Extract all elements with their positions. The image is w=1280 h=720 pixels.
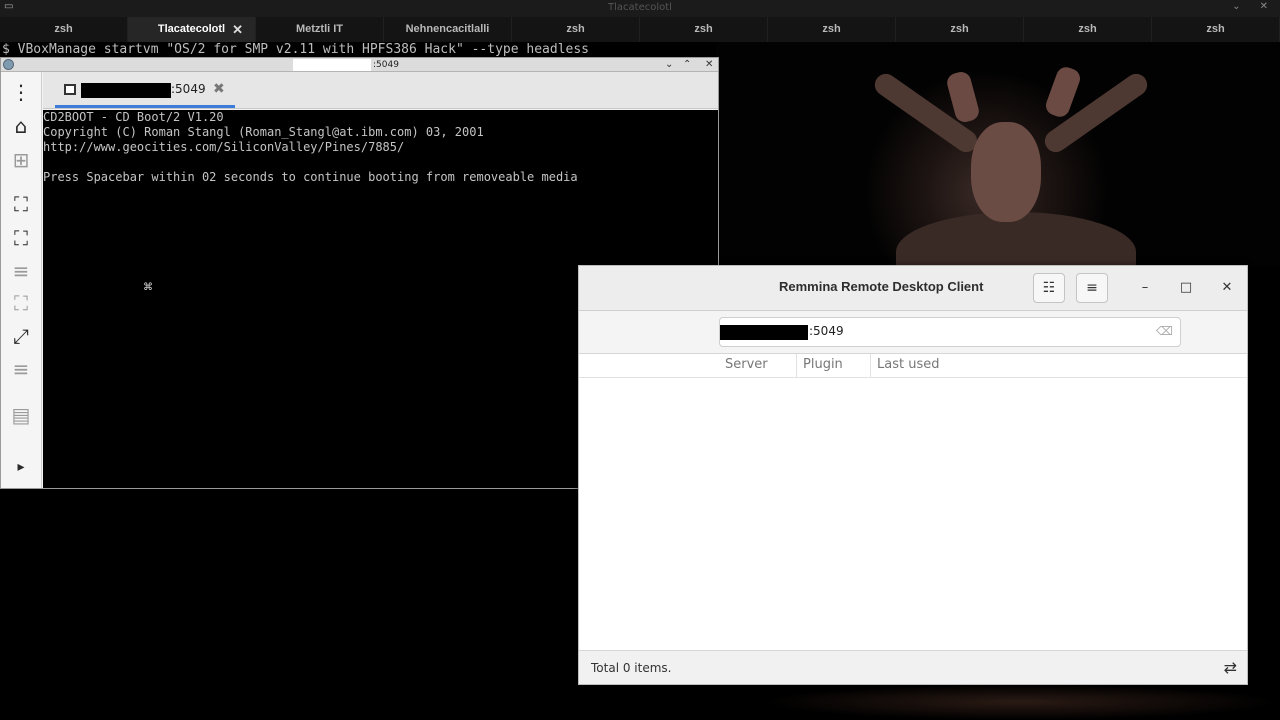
search-input[interactable]: :5049 ⌫ bbox=[719, 317, 1181, 347]
terminal-tab[interactable]: zsh bbox=[0, 17, 128, 42]
terminal-tab-label: Metztli IT bbox=[295, 23, 344, 35]
close-icon[interactable]: ✕ bbox=[232, 17, 243, 42]
monitor-icon bbox=[64, 84, 76, 95]
terminal-tab[interactable]: zsh bbox=[768, 17, 896, 42]
home-icon[interactable]: ⌂ bbox=[9, 114, 33, 138]
expand-icon[interactable]: ▸ bbox=[9, 455, 33, 479]
boot-text-line: http://www.geocities.com/SiliconValley/P… bbox=[43, 140, 405, 154]
wallpaper-shape bbox=[971, 122, 1041, 222]
column-last-used[interactable]: Last used bbox=[871, 354, 1247, 378]
dynamic-resolution-icon[interactable]: ⤢ bbox=[9, 324, 33, 348]
close-icon[interactable]: ✕ bbox=[705, 58, 713, 72]
terminal-tab-label: zsh bbox=[566, 23, 585, 35]
boot-text-line: Copyright (C) Roman Stangl (Roman_Stangl… bbox=[43, 125, 484, 139]
terminal-title: Tlacatecolotl bbox=[608, 2, 672, 13]
main-headerbar[interactable]: Remmina Remote Desktop Client ☷ ≡ – □ ✕ bbox=[579, 266, 1247, 311]
column-plugin[interactable]: Plugin bbox=[797, 354, 871, 378]
swap-icon[interactable]: ⇄ bbox=[1224, 658, 1237, 677]
boot-text-line: Press Spacebar within 02 seconds to cont… bbox=[43, 170, 578, 184]
connection-toolbar: ⋮ ⌂ ⊞ ⛶ ⛶ ≡ ⛶ ⤢ ≡ ▤ ▸ bbox=[1, 72, 42, 488]
terminal-tab-label: zsh bbox=[1206, 23, 1225, 35]
redacted-host bbox=[81, 83, 171, 98]
terminal-tab[interactable]: zsh bbox=[1152, 17, 1280, 42]
close-icon[interactable]: ✖ bbox=[213, 81, 225, 97]
close-icon[interactable]: ✕ bbox=[1217, 278, 1237, 298]
terminal-tab-label: zsh bbox=[1078, 23, 1097, 35]
redacted-host bbox=[293, 59, 371, 71]
remmina-app-icon bbox=[3, 59, 14, 70]
mouse-cursor-icon: ⌘ bbox=[143, 282, 153, 293]
scale-icon[interactable]: ⛶ bbox=[9, 291, 33, 315]
fullscreen-icon[interactable]: ⛶ bbox=[9, 226, 33, 250]
minimize-icon[interactable]: – bbox=[1135, 278, 1155, 298]
connection-title: :5049 bbox=[373, 60, 399, 70]
more-vertical-icon[interactable]: ⋮ bbox=[9, 80, 33, 104]
terminal-tab[interactable]: Metztli IT bbox=[256, 17, 384, 42]
terminal-tab-active[interactable]: Tlacatecolotl ✕ bbox=[128, 17, 256, 42]
screenshot-icon[interactable]: ▤ bbox=[9, 403, 33, 427]
menu-icon[interactable]: ≡ bbox=[9, 357, 33, 381]
terminal-tab[interactable]: zsh bbox=[1024, 17, 1152, 42]
terminal-command-line: $ VBoxManage startvm "OS/2 for SMP v2.11… bbox=[2, 42, 589, 57]
clear-icon[interactable]: ⌫ bbox=[1156, 324, 1173, 338]
remmina-main-window: Remmina Remote Desktop Client ☷ ≡ – □ ✕ … bbox=[578, 265, 1248, 685]
view-toggle-button[interactable]: ☷ bbox=[1033, 273, 1065, 303]
terminal-tab-label: zsh bbox=[950, 23, 969, 35]
boot-text-line: CD2BOOT - CD Boot/2 V1.20 bbox=[43, 110, 224, 124]
terminal-tab[interactable]: zsh bbox=[896, 17, 1024, 42]
connection-list-header: Server Plugin Last used bbox=[579, 354, 1247, 378]
terminal-tab[interactable]: Nehnencacitlalli bbox=[384, 17, 512, 42]
connection-tabbar: :5049 ✖ bbox=[43, 72, 718, 109]
connection-tab-label: :5049 bbox=[171, 82, 206, 96]
redacted-host bbox=[720, 325, 808, 340]
column-server[interactable]: Server bbox=[719, 354, 797, 378]
hamburger-menu-button[interactable]: ≡ bbox=[1076, 273, 1108, 303]
terminal-window-buttons[interactable]: ⌄ ✕ bbox=[1232, 1, 1276, 12]
terminal-tab-label: Nehnencacitlalli bbox=[405, 23, 490, 35]
main-window-title: Remmina Remote Desktop Client bbox=[779, 279, 984, 294]
maximize-icon[interactable]: □ bbox=[1176, 278, 1196, 298]
menu-icon[interactable]: ≡ bbox=[9, 259, 33, 283]
terminal-tab-label: zsh bbox=[694, 23, 713, 35]
terminal-tab[interactable]: zsh bbox=[640, 17, 768, 42]
terminal-tab[interactable]: zsh bbox=[512, 17, 640, 42]
search-input-value: :5049 bbox=[809, 324, 844, 338]
terminal-tab-label: zsh bbox=[54, 23, 73, 35]
fit-window-icon[interactable]: ⛶ bbox=[9, 192, 33, 216]
chevron-up-icon[interactable]: ⌃ bbox=[683, 58, 691, 72]
terminal-tab-label: Tlacatecolotl bbox=[157, 23, 226, 35]
connection-list[interactable] bbox=[579, 378, 1247, 650]
new-tab-icon[interactable]: ⊞ bbox=[9, 148, 33, 172]
wallpaper-floor bbox=[760, 684, 1280, 720]
main-statusbar: Total 0 items. ⇄ bbox=[579, 650, 1247, 684]
terminal-titlebar: ▭ Tlacatecolotl ⌄ ✕ bbox=[0, 0, 1280, 17]
connection-tab[interactable]: :5049 ✖ bbox=[55, 72, 235, 108]
chevron-down-icon[interactable]: ⌄ bbox=[665, 58, 673, 72]
terminal-tab-label: zsh bbox=[822, 23, 841, 35]
desktop-wallpaper bbox=[716, 42, 1280, 266]
connection-titlebar[interactable]: :5049 ⌄ ⌃ ✕ bbox=[1, 58, 718, 72]
status-total-items: Total 0 items. bbox=[591, 661, 672, 675]
search-bar: :5049 ⌫ bbox=[579, 311, 1247, 354]
terminal-tabbar: zsh Tlacatecolotl ✕ Metztli IT Nehnencaci… bbox=[0, 17, 1280, 42]
